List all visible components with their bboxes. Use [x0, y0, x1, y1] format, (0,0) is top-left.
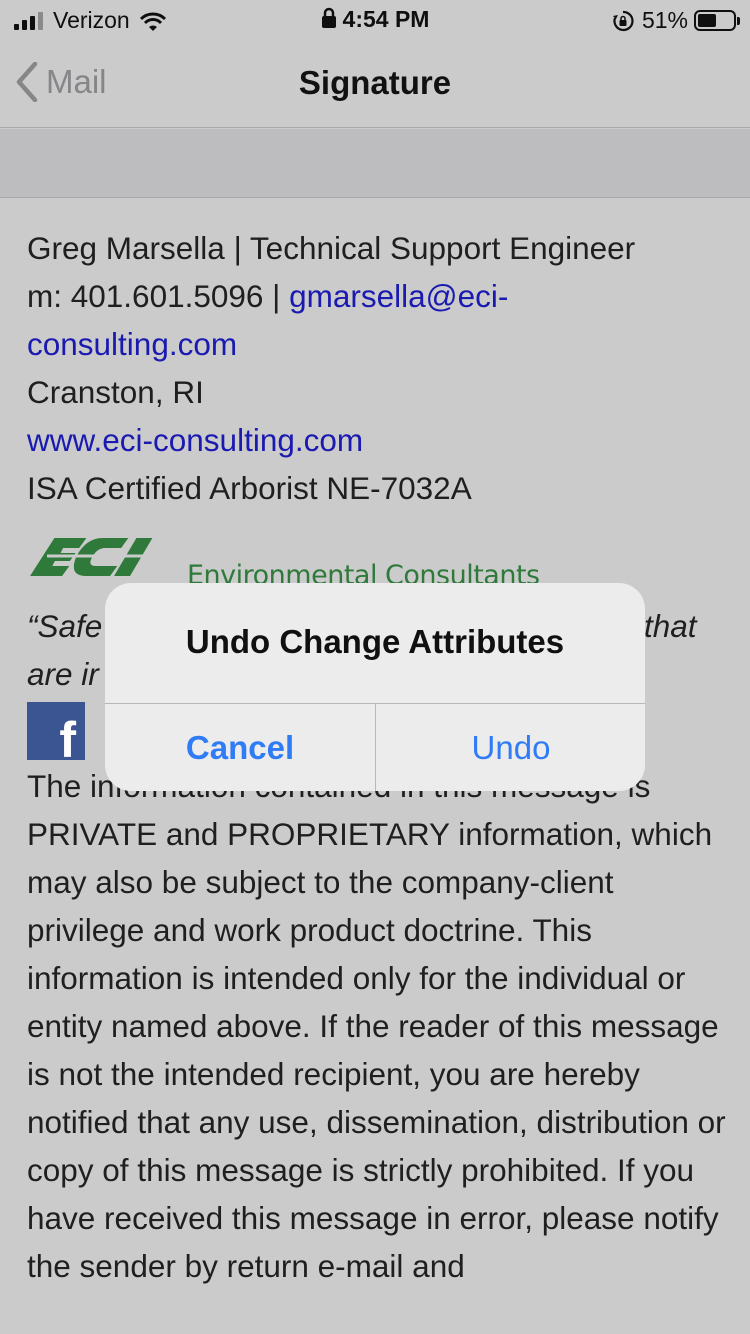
page-title: Signature: [298, 64, 452, 101]
status-bar: Verizon 4:54 PM 51%: [0, 0, 750, 40]
battery-percent: 51%: [641, 7, 688, 33]
facebook-icon[interactable]: f: [27, 702, 85, 765]
undo-alert: Undo Change Attributes Cancel Undo: [105, 583, 645, 791]
rotation-lock-icon: [612, 10, 634, 31]
navigation-bar: Mail Signature: [0, 40, 750, 128]
lock-icon: [321, 7, 336, 28]
signature-certification: ISA Certified Arborist NE-7032A: [27, 470, 472, 506]
quote-text-right: that: [644, 608, 697, 644]
eci-logo-mark: [30, 538, 177, 576]
cancel-button[interactable]: Cancel: [105, 704, 375, 791]
website-link[interactable]: www.eci-consulting.com: [27, 416, 727, 464]
quote-text-left: “Safe: [27, 608, 103, 644]
email-link[interactable]: gmarsella@eci-: [289, 278, 508, 314]
battery-icon: [694, 10, 740, 31]
time-label: 4:54 PM: [342, 6, 430, 32]
email-link-continued[interactable]: consulting.com: [27, 320, 727, 368]
signature-phone-line: m: 401.601.5096 | gmarsella@eci-: [27, 272, 727, 320]
screen: Verizon 4:54 PM 51% Mail Signature Greg …: [0, 0, 750, 1334]
signature-name-line: Greg Marsella | Technical Support Engine…: [27, 230, 636, 266]
facebook-letter: f: [59, 712, 76, 768]
status-right: 51%: [612, 7, 740, 34]
alert-title: Undo Change Attributes: [185, 623, 565, 660]
undo-button[interactable]: Undo: [376, 704, 645, 791]
toolbar-strip: [0, 129, 750, 198]
phone-text: m: 401.601.5096 |: [27, 278, 290, 314]
signature-location: Cranston, RI: [27, 374, 204, 410]
disclaimer-text: The information contained in this messag…: [27, 768, 726, 1284]
